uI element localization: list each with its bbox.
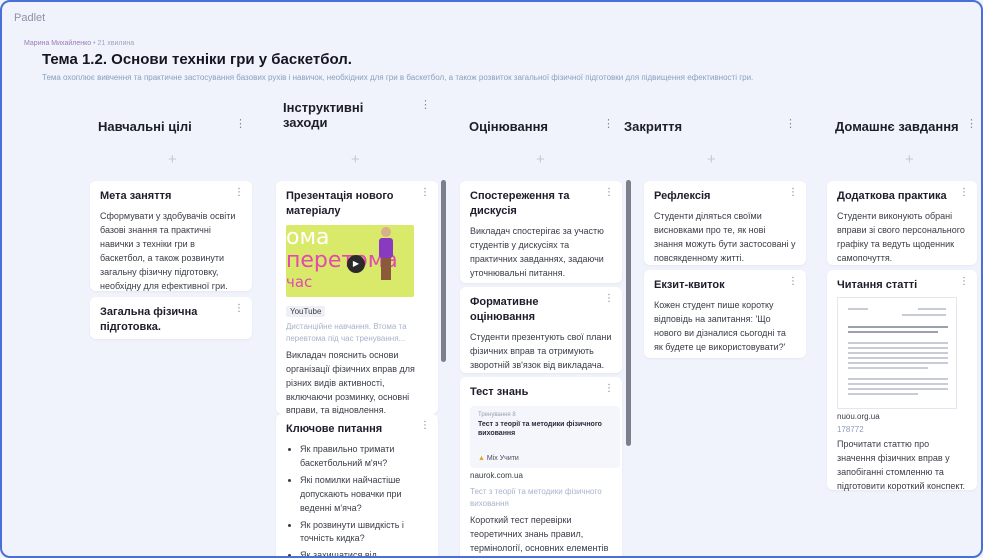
more-icon[interactable]: ⋮ [603,119,614,130]
preview-title: Тест з теорії та методики фізичного вихо… [478,420,602,438]
video-source: YouTube [286,305,326,317]
more-icon[interactable]: ⋮ [788,276,798,287]
column-header-assessment[interactable]: Оцінювання ⋮ [469,119,614,135]
link-preview[interactable]: Тренування 8 Тест з теорії та методики ф… [470,405,620,468]
column-header-homework[interactable]: Домашнє завдання ⋮ [835,119,977,135]
more-icon[interactable]: ⋮ [604,293,614,304]
list-item: Як захищатися від [300,549,428,556]
more-icon[interactable]: ⋮ [234,187,244,198]
more-icon[interactable]: ⋮ [235,119,246,130]
more-icon[interactable]: ⋮ [420,100,431,111]
column-header-activities[interactable]: Інструктивні заходи ⋮ [283,100,431,131]
post-body: Кожен студент пише коротку відповідь на … [654,299,786,352]
add-post-button[interactable]: + [707,151,716,168]
preview-brand-text: Міх Учити [486,454,519,462]
list-item: Які помилки найчастіше допускають новачк… [300,474,428,516]
preview-brand: ▲ Міх Учити [478,455,612,462]
add-post-button[interactable]: + [536,151,545,168]
post-card[interactable]: Мета заняття ⋮ Сформувати у здобувачів о… [90,181,252,291]
post-title: Ключове питання [286,423,383,435]
column-scrollbar[interactable] [626,180,631,446]
link-number: 178772 [837,424,864,434]
more-icon[interactable]: ⋮ [420,187,430,198]
post-body: Студенти виконують обрані вправи зі свог… [837,210,965,263]
play-icon[interactable]: ▶ [347,254,365,273]
column-title: Інструктивні заходи [283,100,364,130]
question-list: Як правильно тримати баскетбольний м'яч?… [286,443,428,556]
post-card[interactable]: Формативне оцінювання ⋮ Студенти презент… [460,287,622,373]
more-icon[interactable]: ⋮ [788,187,798,198]
add-post-button[interactable]: + [351,151,360,168]
post-title: Читання статті [837,279,918,291]
thumbnail-text: ома [286,224,330,250]
post-title: Загальна фізична підготовка. [100,306,198,333]
padlet-board: Padlet Марина Михайленко • 21 хвилина Те… [0,0,983,558]
post-card[interactable]: Презентація нового матеріалу ⋮ ома перет… [276,181,438,415]
post-title: Спостереження та дискусія [470,190,570,217]
column-scrollbar[interactable] [441,180,446,362]
author-line: Марина Михайленко • 21 хвилина [24,40,134,47]
post-title: Екзит-квиток [654,279,725,291]
column-title: Домашнє завдання [835,119,959,134]
column-title: Навчальні цілі [98,119,192,134]
post-title: Рефлексія [654,190,711,202]
post-card[interactable]: Загальна фізична підготовка. ⋮ [90,297,252,339]
board-title: Тема 1.2. Основи техніки гри у баскетбол… [42,51,352,68]
board-description: Тема охоплює вивчення та практичне засто… [42,73,754,82]
post-body: Сформувати у здобувачів освіти базові зн… [100,210,236,291]
more-icon[interactable]: ⋮ [604,187,614,198]
link-domain[interactable]: naurok.com.ua [470,471,612,480]
author-name[interactable]: Марина Михайленко [24,40,91,47]
athlete-figure [376,226,396,282]
post-body: Викладач спостерігає за участю студентів… [470,225,604,278]
padlet-logo[interactable]: Padlet [14,12,45,24]
preview-kicker: Тренування 8 [478,411,516,418]
more-icon[interactable]: ⋮ [959,187,969,198]
post-title: Презентація нового матеріалу [286,190,394,217]
post-body: Студенти презентують свої плани фізичних… [470,331,612,370]
add-post-button[interactable]: + [905,151,914,168]
post-body: Викладач пояснить основи організації фіз… [286,349,415,416]
more-icon[interactable]: ⋮ [966,119,977,130]
more-icon[interactable]: ⋮ [234,303,244,314]
post-title: Мета заняття [100,190,172,202]
link-domain[interactable]: nuou.org.ua [837,412,967,421]
post-card[interactable]: Тест знань ⋮ Тренування 8 Тест з теорії … [460,377,622,556]
list-item: Як правильно тримати баскетбольний м'яч? [300,443,428,471]
post-title: Додаткова практика [837,190,947,202]
post-body: Студенти діляться своїми висновками про … [654,210,796,263]
post-card[interactable]: Спостереження та дискусія ⋮ Викладач спо… [460,181,622,283]
video-thumbnail[interactable]: ома перетома час ▶ [286,224,414,297]
more-icon[interactable]: ⋮ [604,383,614,394]
column-header-closure[interactable]: Закриття ⋮ [624,119,796,135]
post-card[interactable]: Читання статті ⋮ nuou.org.ua 178772 Проч… [827,270,977,491]
post-body: Короткий тест перевірки теоретичних знан… [470,514,609,553]
warning-icon: ▲ [478,454,485,462]
thumbnail-text: час [286,272,313,291]
document-thumbnail[interactable] [837,296,957,409]
more-icon[interactable]: ⋮ [420,420,430,431]
post-card[interactable]: Ключове питання ⋮ Як правильно тримати б… [276,414,438,556]
video-caption[interactable]: Дистанційне навчання. Втома та перевтома… [286,321,428,345]
post-title: Тест знань [470,386,529,398]
post-card[interactable]: Додаткова практика ⋮ Студенти виконують … [827,181,977,265]
post-card[interactable]: Екзит-квиток ⋮ Кожен студент пише коротк… [644,270,806,358]
more-icon[interactable]: ⋮ [959,276,969,287]
post-body: Прочитати статтю про значення фізичних в… [837,438,966,491]
column-title: Оцінювання [469,119,549,134]
post-card[interactable]: Рефлексія ⋮ Студенти діляться своїми вис… [644,181,806,265]
column-title: Закриття [624,119,683,134]
add-post-button[interactable]: + [168,151,177,168]
post-time: • 21 хвилина [91,40,135,47]
column-header-goals[interactable]: Навчальні цілі ⋮ [98,119,246,135]
post-title: Формативне оцінювання [470,296,539,323]
link-caption[interactable]: Тест з теорії та методики фізичного вихо… [470,486,612,510]
more-icon[interactable]: ⋮ [785,119,796,130]
list-item: Як розвинути швидкість і точність кидка? [300,519,428,547]
